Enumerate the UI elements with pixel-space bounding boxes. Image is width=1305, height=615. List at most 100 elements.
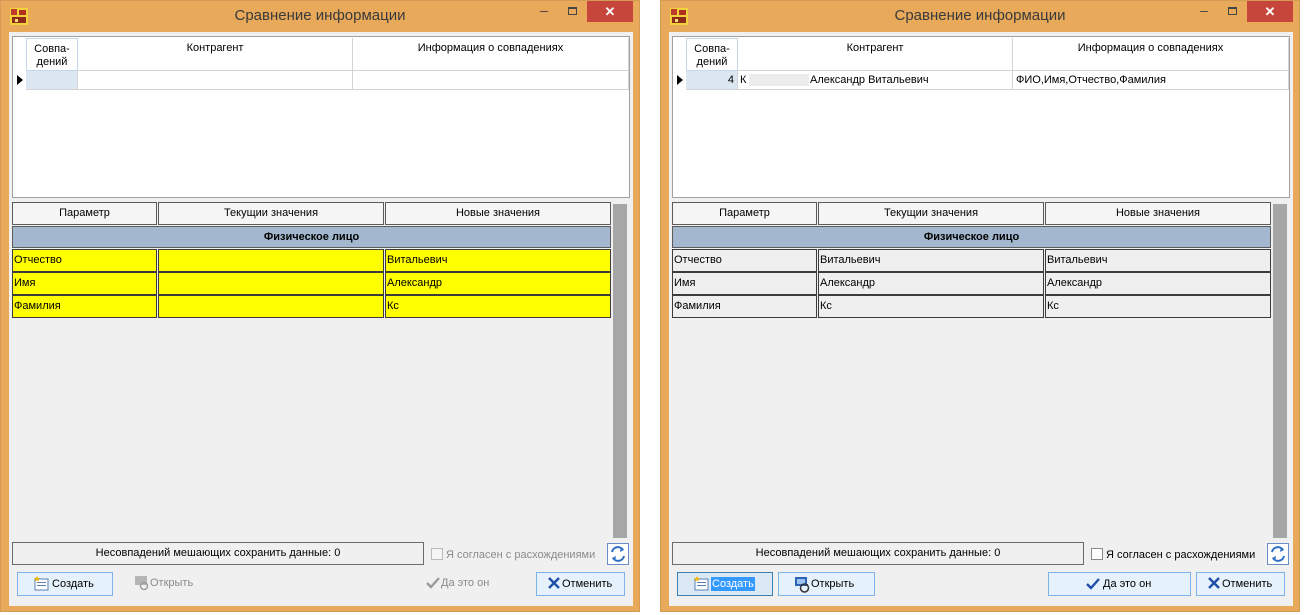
create-label: Создать [52,578,94,590]
param-cell[interactable]: Отчество [12,249,157,272]
row-header-corner [14,38,26,71]
cell-match-info[interactable] [353,71,629,90]
yes-this-is-him-button[interactable]: Да это он [1048,572,1191,596]
matches-grid[interactable]: Совпа- дений Контрагент Информация о сов… [672,36,1290,198]
cell-match-info[interactable]: ФИО,Имя,Отчество,Фамилия [1013,71,1289,90]
new-value-cell[interactable]: Кс [1045,295,1271,318]
redacted-surname [749,74,809,86]
param-cell[interactable]: Отчество [672,249,817,272]
title-bar[interactable]: Сравнение информации – ✕ [1,1,639,32]
dialog-body: Совпа- дений Контрагент Информация о сов… [9,32,633,606]
column-header-contractor[interactable]: Контрагент [738,38,1013,71]
close-button[interactable]: ✕ [587,1,633,22]
row-pointer-icon [17,75,23,85]
yes-this-is-him-label: Да это он [441,577,490,589]
cancel-button[interactable]: Отменить [536,572,625,596]
column-header-match-info[interactable]: Информация о совпадениях [353,38,629,71]
agree-label: Я согласен с расхождениями [1106,549,1256,561]
current-value-cell[interactable] [158,249,384,272]
cancel-button[interactable]: Отменить [1196,572,1285,596]
column-header-new-values[interactable]: Новые значения [1045,202,1271,225]
new-value-cell[interactable]: Витальевич [1045,249,1271,272]
checkbox-box[interactable] [431,548,443,560]
new-value-cell[interactable]: Кс [385,295,611,318]
current-value-cell[interactable] [158,272,384,295]
dialog-body: Совпа- дений Контрагент Информация о сов… [669,32,1293,606]
column-header-current-values[interactable]: Текущии значения [158,202,384,225]
cell-matches-count[interactable]: 4 [686,71,738,90]
yes-this-is-him-button[interactable]: Да это он [423,572,519,596]
open-button[interactable]: Открыть [132,572,228,596]
agree-label: Я согласен с расхождениями [446,549,596,561]
column-header-match-info[interactable]: Информация о совпадениях [1013,38,1289,71]
vertical-scrollbar[interactable] [1273,204,1287,538]
column-header-parameter[interactable]: Параметр [12,202,157,225]
current-value-cell[interactable]: Витальевич [818,249,1044,272]
cell-contractor[interactable] [78,71,353,90]
row-header-corner [674,38,686,71]
column-header-parameter[interactable]: Параметр [672,202,817,225]
open-icon [795,577,810,593]
cell-matches-count[interactable] [26,71,78,90]
open-button[interactable]: Открыть [778,572,875,596]
maximize-button[interactable] [559,1,585,22]
checkmark-icon [1086,578,1100,590]
new-value-cell[interactable]: Витальевич [385,249,611,272]
close-button[interactable]: ✕ [1247,1,1293,22]
maximize-icon [1228,7,1237,15]
open-label: Открыть [811,578,855,590]
row-pointer-icon [677,75,683,85]
contractor-initial: К [740,74,747,86]
current-row-indicator [674,71,686,90]
open-label: Открыть [150,577,194,589]
vertical-scrollbar[interactable] [613,204,627,538]
param-cell[interactable]: Фамилия [672,295,817,318]
agree-checkbox[interactable]: Я согласен с расхождениями [1091,548,1255,562]
agree-checkbox[interactable]: Я согласен с расхождениями [431,548,595,562]
refresh-button[interactable] [607,543,629,565]
cell-contractor[interactable]: К Александр Витальевич [738,71,1013,90]
cancel-label: Отменить [1222,578,1273,590]
refresh-icon [1271,546,1285,562]
column-header-current-values[interactable]: Текущии значения [818,202,1044,225]
param-cell[interactable]: Имя [12,272,157,295]
comparison-dialog-left: Сравнение информации – ✕ Совпа- дений Ко… [0,0,640,612]
open-icon [135,576,149,591]
refresh-icon [611,546,625,562]
current-value-cell[interactable] [158,295,384,318]
minimize-button[interactable]: – [531,1,557,22]
create-button[interactable]: Создать [677,572,773,596]
mismatch-status: Несовпадений мешающих сохранить данные: … [12,542,424,565]
current-value-cell[interactable]: Александр [818,272,1044,295]
checkbox-box[interactable] [1091,548,1103,560]
maximize-icon [568,7,577,15]
current-value-cell[interactable]: Кс [818,295,1044,318]
title-bar[interactable]: Сравнение информации – ✕ [661,1,1299,32]
cancel-x-icon [1208,577,1220,589]
matches-grid[interactable]: Совпа- дений Контрагент Информация о сов… [12,36,630,198]
param-cell[interactable]: Фамилия [12,295,157,318]
refresh-button[interactable] [1267,543,1289,565]
column-header-matches[interactable]: Совпа- дений [26,38,78,71]
current-row-indicator [14,71,26,90]
column-header-contractor[interactable]: Контрагент [78,38,353,71]
checkmark-icon [426,577,440,589]
create-label: Создать [711,577,755,591]
column-header-new-values[interactable]: Новые значения [385,202,611,225]
compare-grid[interactable]: Параметр Текущии значения Новые значения… [672,202,1272,542]
yes-this-is-him-label: Да это он [1103,578,1152,590]
minimize-button[interactable]: – [1191,1,1217,22]
new-value-cell[interactable]: Александр [1045,272,1271,295]
create-button[interactable]: Создать [17,572,113,596]
param-cell[interactable]: Имя [672,272,817,295]
comparison-dialog-right: Сравнение информации – ✕ Совпа- дений Ко… [660,0,1300,612]
new-value-cell[interactable]: Александр [385,272,611,295]
create-icon [34,576,49,591]
contractor-name: Александр Витальевич [810,74,929,86]
compare-grid[interactable]: Параметр Текущии значения Новые значения… [12,202,612,542]
maximize-button[interactable] [1219,1,1245,22]
column-header-matches[interactable]: Совпа- дений [686,38,738,71]
mismatch-status: Несовпадений мешающих сохранить данные: … [672,542,1084,565]
create-icon [694,576,709,591]
group-row-individual: Физическое лицо [672,226,1271,248]
